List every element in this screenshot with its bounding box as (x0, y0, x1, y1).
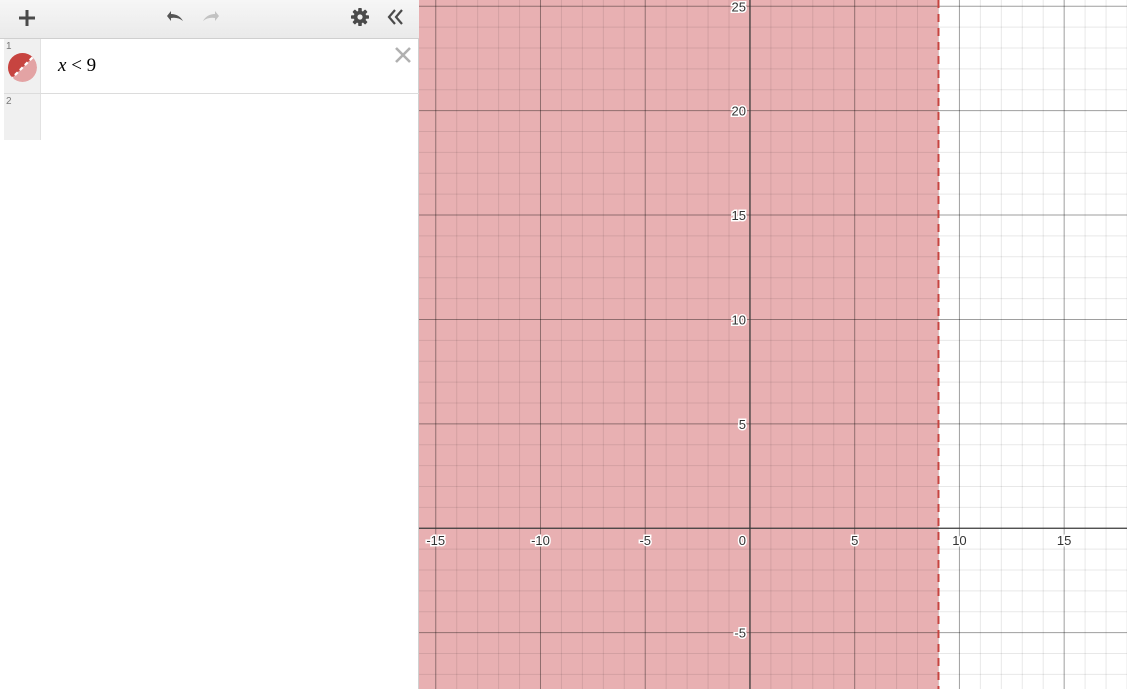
plus-icon (19, 10, 35, 26)
expression-gutter: 1 (4, 39, 41, 93)
x-tick-label: -10 (531, 533, 550, 548)
settings-button[interactable] (346, 1, 374, 33)
delete-expression-button[interactable] (393, 45, 413, 65)
close-icon (395, 47, 411, 63)
expression-input[interactable]: x < 9 (58, 55, 96, 77)
y-tick-label: 5 (739, 417, 746, 432)
expression-toolbar (0, 0, 419, 39)
expression-index: 1 (6, 41, 12, 52)
y-tick-label: 25 (731, 0, 745, 14)
gear-icon (351, 8, 369, 26)
expression-index: 2 (6, 96, 12, 107)
inequality-style-icon[interactable] (8, 53, 37, 82)
y-tick-label: -5 (734, 626, 746, 641)
redo-button[interactable] (197, 0, 225, 32)
y-tick-label: 10 (731, 312, 745, 327)
add-item-button[interactable] (13, 2, 41, 34)
expression-row[interactable]: 1 x < 9 (4, 39, 419, 94)
y-tick-label: 20 (731, 104, 745, 119)
expression-value: 9 (86, 55, 97, 76)
x-tick-label: 5 (851, 533, 858, 548)
graph-paper[interactable]: -15 -10 -5 0 5 10 15 25 20 15 10 5 -5 (419, 0, 1127, 689)
collapse-list-button[interactable] (382, 1, 410, 33)
x-tick-label: 15 (1057, 533, 1071, 548)
expression-gutter: 2 (4, 94, 41, 140)
double-chevron-left-icon (387, 9, 403, 25)
expression-row-empty[interactable]: 2 (4, 94, 419, 140)
inequality-shaded-region (419, 0, 939, 689)
x-tick-label: 0 (739, 533, 746, 548)
expression-list-panel: 1 x < 9 2 (0, 0, 419, 689)
undo-icon (167, 11, 183, 21)
redo-icon (203, 11, 219, 21)
expression-variable: x (58, 55, 67, 76)
x-tick-label: -15 (426, 533, 445, 548)
x-tick-label: -5 (639, 533, 651, 548)
expression-operator: < (71, 55, 82, 76)
y-tick-label: 15 (731, 208, 745, 223)
undo-button[interactable] (161, 0, 189, 32)
x-tick-label: 10 (952, 533, 966, 548)
